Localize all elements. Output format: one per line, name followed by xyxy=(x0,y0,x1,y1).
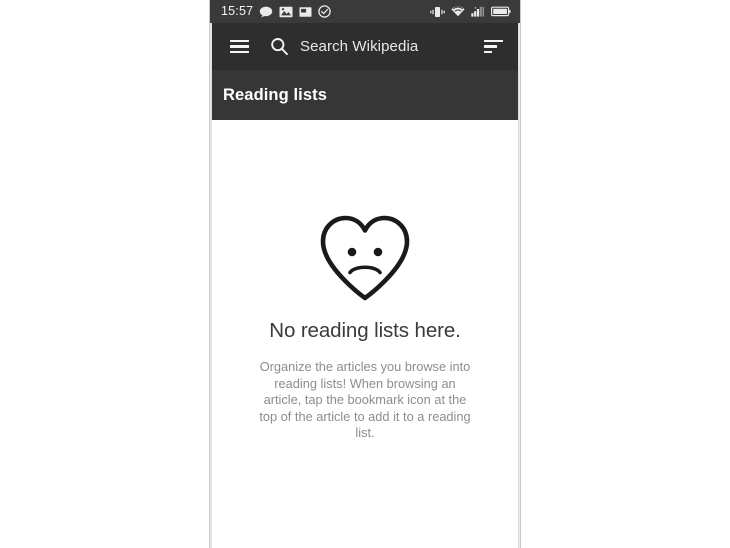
sort-button[interactable] xyxy=(476,30,510,64)
status-bar-left: 15:57 xyxy=(221,5,430,18)
image-icon xyxy=(279,6,293,17)
phone-screen: 15:57 Search Wikipedia Reading lists No … xyxy=(209,0,521,548)
phone-frame-left-edge xyxy=(210,0,212,548)
cellular-signal-icon xyxy=(471,6,485,17)
status-bar-right xyxy=(430,6,511,18)
page-title: Reading lists xyxy=(223,85,327,104)
vibrate-icon xyxy=(430,6,445,17)
search-icon xyxy=(271,38,288,56)
screenshot-icon xyxy=(299,6,312,17)
sad-heart-icon xyxy=(320,215,410,301)
status-bar: 15:57 xyxy=(210,0,520,23)
search-input[interactable]: Search Wikipedia xyxy=(256,23,476,70)
hamburger-menu-button[interactable] xyxy=(222,30,256,64)
phone-frame-right-edge xyxy=(518,0,520,548)
content-area: No reading lists here. Organize the arti… xyxy=(210,120,520,548)
app-toolbar: Search Wikipedia xyxy=(210,23,520,70)
wifi-icon xyxy=(451,6,465,17)
check-circle-icon xyxy=(318,5,332,18)
empty-state-description: Organize the articles you browse into re… xyxy=(259,359,471,440)
section-header: Reading lists xyxy=(210,70,520,120)
hamburger-icon xyxy=(229,39,249,54)
search-placeholder-text: Search Wikipedia xyxy=(300,38,419,55)
status-bar-clock: 15:57 xyxy=(221,4,254,19)
chat-bubble-icon xyxy=(260,6,273,18)
battery-icon xyxy=(491,6,511,17)
sort-icon xyxy=(483,40,503,53)
empty-state-title: No reading lists here. xyxy=(269,319,461,342)
